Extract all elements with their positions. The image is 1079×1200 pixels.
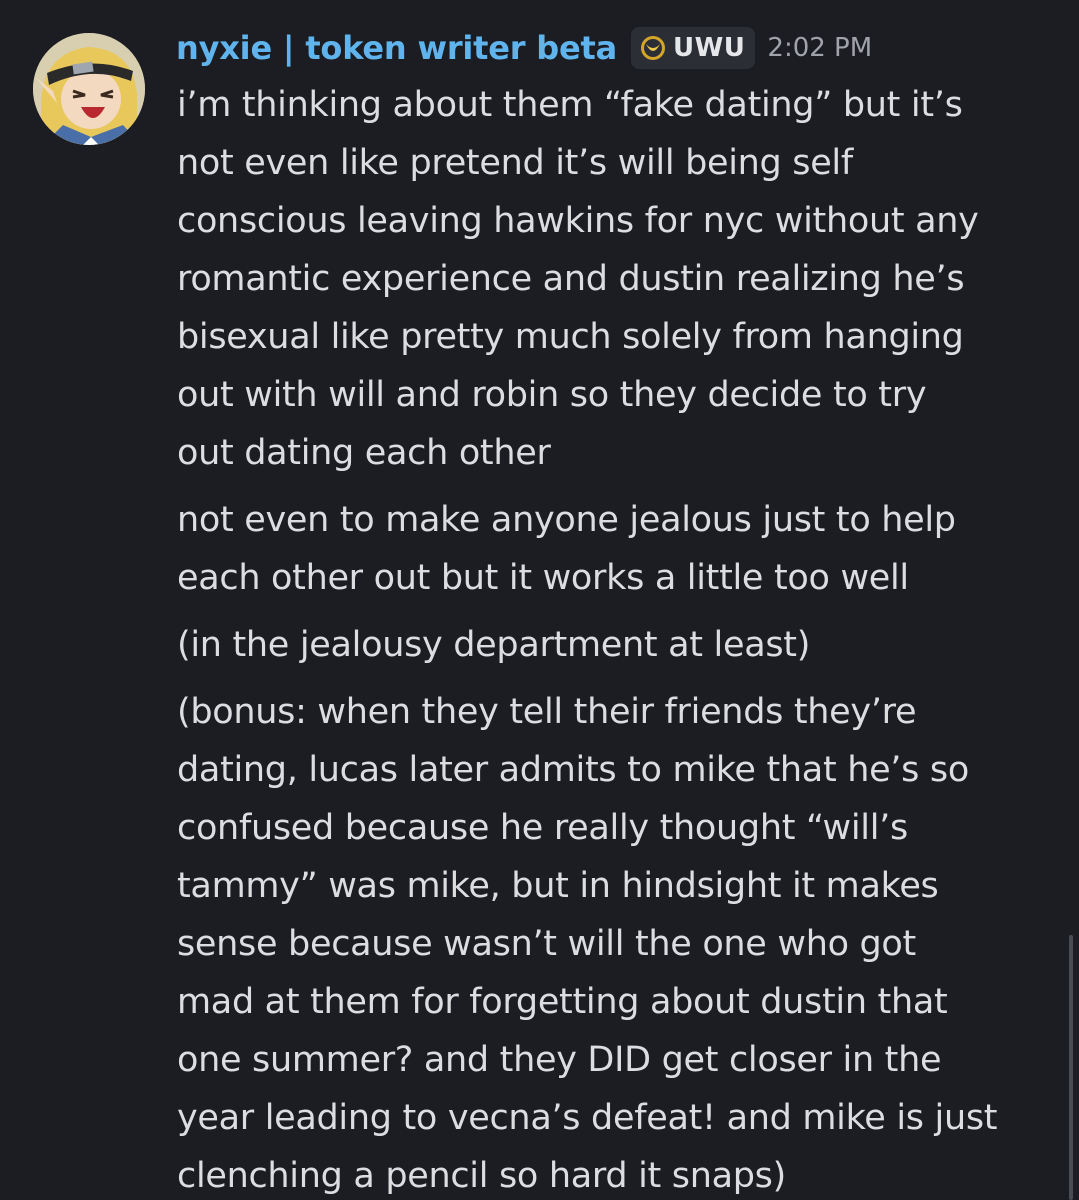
message-paragraph: i’m thinking about them “fake dating” bu… [177, 76, 1057, 482]
username[interactable]: nyxie | token writer beta [176, 29, 617, 67]
message-line: clenching a pencil so hard it snaps) [177, 1156, 786, 1196]
chat-message: nyxie | token writer beta UWU 2:02 PM i’… [0, 0, 1079, 1200]
message-line: not even to make anyone jealous just to … [177, 500, 956, 540]
message-line: (bonus: when they tell their friends the… [177, 692, 917, 732]
user-avatar[interactable] [33, 33, 145, 145]
message-line: bisexual like pretty much solely from ha… [177, 317, 964, 357]
message-line: mad at them for forgetting about dustin … [177, 982, 948, 1022]
message-line: dating, lucas later admits to mike that … [177, 750, 969, 790]
message-line: sense because wasn’t will the one who go… [177, 924, 916, 964]
message-line: confused because he really thought “will… [177, 808, 908, 848]
message-paragraph: (bonus: when they tell their friends the… [177, 683, 1057, 1200]
message-line: one summer? and they DID get closer in t… [177, 1040, 942, 1080]
message-line: each other out but it works a little too… [177, 558, 909, 598]
message-line: romantic experience and dustin realizing… [177, 259, 965, 299]
message-line: out dating each other [177, 433, 551, 473]
message-line: not even like pretend it’s will being se… [177, 143, 853, 183]
message-paragraph: not even to make anyone jealous just to … [177, 491, 1057, 607]
server-tag-badge[interactable]: UWU [631, 27, 756, 69]
message-paragraph: (in the jealousy department at least) [177, 616, 1057, 674]
message-line: i’m thinking about them “fake dating” bu… [177, 85, 963, 125]
message-line: (in the jealousy department at least) [177, 625, 811, 665]
message-body: i’m thinking about them “fake dating” bu… [177, 76, 1057, 1200]
message-timestamp[interactable]: 2:02 PM [767, 33, 872, 63]
message-line: out with will and robin so they decide t… [177, 375, 927, 415]
scrollbar[interactable] [1069, 935, 1073, 1200]
moon-badge-icon [641, 36, 665, 60]
message-line: tammy” was mike, but in hindsight it mak… [177, 866, 939, 906]
message-header: nyxie | token writer beta UWU 2:02 PM [176, 22, 872, 74]
message-line: conscious leaving hawkins for nyc withou… [177, 201, 979, 241]
server-tag-label: UWU [673, 33, 746, 63]
avatar-illustration-icon [33, 33, 145, 145]
message-line: year leading to vecna’s defeat! and mike… [177, 1098, 998, 1138]
